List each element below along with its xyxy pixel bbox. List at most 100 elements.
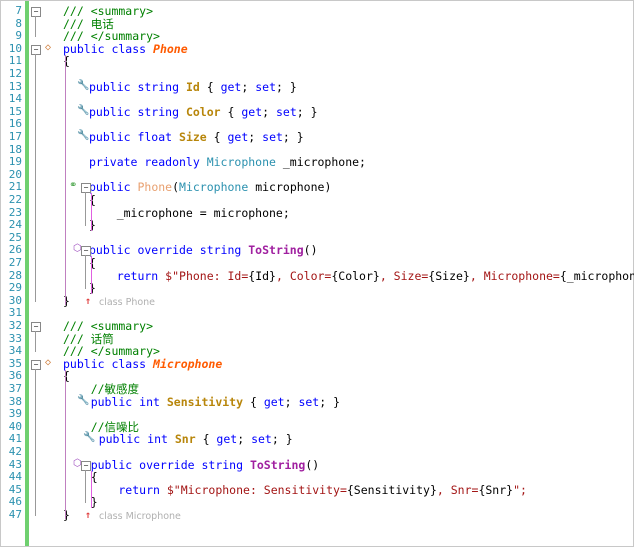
- code-token: get: [241, 104, 263, 119]
- outline-guide: [85, 469, 86, 504]
- code-token: Color: [185, 104, 221, 119]
- collapse-box-icon[interactable]: −: [31, 44, 41, 55]
- line-number: 37: [8, 382, 22, 395]
- collapse-box-icon[interactable]: −: [31, 359, 41, 370]
- code-line[interactable]: 19 private readonly Microphone _microphon…: [1, 156, 631, 169]
- method-cube-icon[interactable]: ⬡: [73, 458, 82, 469]
- code-token: get: [263, 394, 285, 409]
- code-text: public string Id { get; set; }: [89, 79, 297, 94]
- code-token: get: [220, 79, 242, 94]
- line-number: 32: [8, 319, 22, 332]
- code-token: {: [199, 79, 221, 94]
- scope-up-arrow-icon[interactable]: ↑: [85, 296, 91, 307]
- code-token: ;: [237, 432, 252, 447]
- line-number: 34: [8, 344, 22, 358]
- code-token: _microphone = microphone;: [89, 205, 290, 220]
- code-text: public Phone(Microphone microphone): [89, 181, 331, 194]
- code-line[interactable]: 29}: [1, 282, 631, 295]
- code-token: public: [89, 180, 138, 195]
- code-token: Phone: [137, 180, 173, 195]
- code-token: , Snr=: [436, 482, 479, 497]
- brace-guide: [91, 193, 92, 232]
- outline-guide: [35, 368, 36, 516]
- code-token: (): [305, 457, 320, 472]
- line-number: 39: [8, 407, 22, 421]
- line-number: 12: [8, 67, 22, 80]
- code-token: $"Microphone: Sensitivity=: [166, 482, 347, 497]
- class-glyph-icon[interactable]: ◇: [45, 357, 51, 368]
- code-token: {Id}: [248, 268, 276, 283]
- code-token: , Color=: [275, 268, 332, 283]
- code-token: ; }: [282, 130, 304, 144]
- code-token: public string: [89, 79, 186, 94]
- code-text: public override string ToString(): [89, 244, 318, 257]
- code-line[interactable]: 46 }: [1, 496, 631, 509]
- code-token: get: [227, 130, 249, 144]
- code-token: {: [243, 394, 264, 409]
- property-wrench-icon[interactable]: 🔧: [77, 130, 89, 141]
- code-line[interactable]: 13 public string Id { get; set; }: [1, 79, 631, 94]
- code-editor[interactable]: 7/// <summary> 8/// 电话 9/// </summary> 10 pu…: [0, 0, 634, 547]
- brace-guide: [91, 470, 92, 509]
- line-number: 7: [15, 4, 22, 17]
- property-wrench-icon[interactable]: 🔧: [77, 80, 89, 91]
- code-line[interactable]: 47}: [1, 508, 631, 522]
- outline-guide: [35, 331, 36, 353]
- property-wrench-icon[interactable]: 🔧: [77, 105, 89, 116]
- code-line[interactable]: 35 public class Microphone: [1, 356, 631, 371]
- code-token: _microphone;: [275, 155, 366, 170]
- code-token: ToString: [248, 243, 304, 258]
- code-line[interactable]: 38 public int Sensitivity { get; set; }: [1, 394, 631, 409]
- property-wrench-icon[interactable]: 🔧: [83, 432, 95, 443]
- collapse-box-icon[interactable]: −: [81, 183, 91, 194]
- code-token: ToString: [249, 457, 306, 472]
- code-line[interactable]: 41 public int Snr { get; set; }: [1, 433, 631, 446]
- code-token: set: [255, 79, 276, 94]
- code-text: return $"Microphone: Sensitivity={Sensit…: [63, 482, 527, 497]
- code-line[interactable]: 24}: [1, 219, 631, 232]
- line-number: 9: [15, 29, 22, 43]
- code-token: public float: [89, 130, 180, 144]
- outline-guide: [85, 192, 86, 227]
- brace-guide: [65, 369, 66, 519]
- class-end-hint: class Microphone: [99, 511, 181, 522]
- line-number: 27: [8, 256, 22, 269]
- code-line[interactable]: 17 public float Size { get; set; }: [1, 130, 631, 144]
- code-token: {: [206, 130, 228, 144]
- property-wrench-icon[interactable]: 🔧: [77, 395, 89, 406]
- collapse-box-icon[interactable]: −: [31, 7, 41, 17]
- class-glyph-icon[interactable]: ◇: [45, 42, 51, 53]
- code-token: Microphone: [153, 356, 223, 371]
- code-token: Id: [185, 79, 200, 94]
- code-token: {: [220, 104, 242, 119]
- method-cube-icon[interactable]: ⬡: [73, 243, 82, 254]
- code-text: public class Microphone: [63, 356, 223, 371]
- code-token: Phone: [153, 41, 188, 56]
- code-token: {Snr}: [478, 482, 514, 497]
- outline-guide: [35, 53, 36, 302]
- scope-up-arrow-icon[interactable]: ↑: [85, 510, 91, 521]
- code-token: , Size=: [379, 268, 429, 283]
- code-token: return: [89, 268, 166, 283]
- code-line[interactable]: 30}: [1, 294, 631, 308]
- code-token: $"Phone: Id=: [165, 268, 249, 283]
- line-number: 24: [8, 218, 22, 232]
- line-number: 17: [8, 130, 22, 143]
- code-line[interactable]: 10 public class Phone: [1, 41, 631, 56]
- code-token: ;: [248, 130, 263, 144]
- collapse-box-icon[interactable]: −: [81, 460, 91, 471]
- code-token: ; }: [296, 104, 318, 119]
- code-token: set: [275, 104, 297, 119]
- code-token: {Color}: [331, 268, 380, 283]
- code-text: public string Color { get; set; }: [89, 104, 318, 119]
- code-token: ;: [262, 104, 276, 119]
- code-token: public class: [63, 41, 154, 56]
- code-token: ; }: [271, 432, 293, 447]
- line-number: 47: [8, 508, 22, 521]
- collapse-box-icon[interactable]: −: [31, 322, 41, 332]
- collapse-box-icon[interactable]: −: [81, 246, 91, 257]
- code-line[interactable]: 11{: [1, 55, 631, 68]
- constructor-glyph-icon[interactable]: ⚭: [69, 180, 77, 191]
- code-line[interactable]: 15 public string Color { get; set; }: [1, 104, 631, 119]
- outline-guide: [35, 16, 36, 38]
